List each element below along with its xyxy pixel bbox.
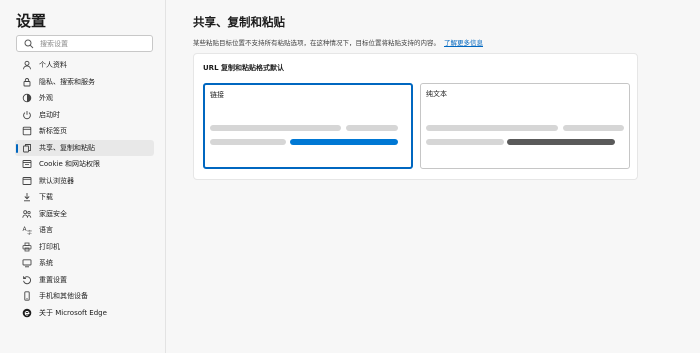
- page-description: 某些粘贴目标位置不支持所有粘贴选项，在这种情况下，目标位置将粘贴支持的内容。 了解…: [193, 37, 483, 47]
- power-icon: [22, 110, 32, 120]
- phone-icon: [22, 291, 32, 301]
- sidebar-item-appearance[interactable]: 外观: [15, 90, 154, 107]
- sidebar-item-label: 家庭安全: [39, 209, 67, 218]
- description-text: 某些粘贴目标位置不支持所有粘贴选项，在这种情况下，目标位置将粘贴支持的内容。: [193, 39, 440, 47]
- sidebar-title: 设置: [16, 12, 47, 30]
- family-icon: [22, 209, 32, 219]
- main-content: 共享、复制和粘贴 某些粘贴目标位置不支持所有粘贴选项，在这种情况下，目标位置将粘…: [166, 0, 700, 353]
- sidebar-item-label: 打印机: [39, 242, 60, 251]
- sidebar-item-label: 新标签页: [39, 127, 67, 136]
- placeholder-bar: [426, 139, 504, 145]
- sidebar-item-label: 外观: [39, 94, 53, 103]
- sidebar-item-downloads[interactable]: 下载: [15, 189, 154, 206]
- sidebar-item-label: 隐私、搜索和服务: [39, 77, 95, 86]
- placeholder-bar: [426, 125, 558, 131]
- system-icon: [22, 258, 32, 268]
- lock-icon: [22, 77, 32, 87]
- sidebar-item-label: 系统: [39, 259, 53, 268]
- placeholder-bar: [210, 125, 341, 131]
- sidebar-item-about[interactable]: 关于 Microsoft Edge: [15, 305, 154, 322]
- browser-icon: [22, 176, 32, 186]
- sidebar-item-label: 手机和其他设备: [39, 292, 88, 301]
- placeholder-bar: [563, 125, 624, 131]
- svg-text:字: 字: [27, 230, 32, 236]
- url-format-card: URL 复制和粘贴格式默认 链接 纯文本: [193, 53, 638, 180]
- sidebar-item-label: 下载: [39, 193, 53, 202]
- share-icon: [22, 143, 32, 153]
- option-plain-text[interactable]: 纯文本: [420, 83, 630, 169]
- sidebar-item-system[interactable]: 系统: [15, 255, 154, 272]
- sidebar-item-new-tab[interactable]: 新标签页: [15, 123, 154, 140]
- sidebar-item-label: 启动时: [39, 110, 60, 119]
- page-title: 共享、复制和粘贴: [193, 15, 285, 29]
- sidebar-item-label: 语言: [39, 226, 53, 235]
- placeholder-bar: [346, 125, 398, 131]
- printer-icon: [22, 242, 32, 252]
- sidebar-item-label: 关于 Microsoft Edge: [39, 308, 107, 317]
- sidebar-item-languages[interactable]: A字 语言: [15, 222, 154, 239]
- option-plain-text-label: 纯文本: [426, 90, 447, 98]
- sidebar-item-phone-devices[interactable]: 手机和其他设备: [15, 288, 154, 305]
- sidebar-item-share-copy-paste[interactable]: 共享、复制和粘贴: [15, 139, 154, 156]
- sidebar-item-profile[interactable]: 个人资料: [15, 57, 154, 74]
- sidebar-item-startup[interactable]: 启动时: [15, 107, 154, 124]
- link-highlight-bar: [290, 139, 398, 145]
- learn-more-link[interactable]: 了解更多信息: [444, 39, 483, 47]
- reset-icon: [22, 275, 32, 285]
- site-permissions-icon: [22, 159, 32, 169]
- sidebar-nav: 个人资料 隐私、搜索和服务 外观 启动时 新标签页 共享、复制和粘贴 Cooki…: [15, 57, 154, 321]
- sidebar-item-privacy[interactable]: 隐私、搜索和服务: [15, 74, 154, 91]
- download-icon: [22, 192, 32, 202]
- edge-logo-icon: [22, 308, 32, 318]
- sidebar-item-printers[interactable]: 打印机: [15, 239, 154, 256]
- sidebar-item-label: 默认浏览器: [39, 176, 74, 185]
- option-link[interactable]: 链接: [203, 83, 413, 169]
- card-title: URL 复制和粘贴格式默认: [203, 64, 284, 72]
- search-icon: [24, 39, 34, 49]
- sidebar-item-cookies[interactable]: Cookie 和网站权限: [15, 156, 154, 173]
- plain-text-bar: [507, 139, 615, 145]
- sidebar-item-default-browser[interactable]: 默认浏览器: [15, 173, 154, 190]
- person-icon: [22, 60, 32, 70]
- sidebar-item-reset[interactable]: 重置设置: [15, 272, 154, 289]
- sidebar-item-label: 重置设置: [39, 275, 67, 284]
- sidebar-item-label: 个人资料: [39, 61, 67, 70]
- sidebar-item-label: Cookie 和网站权限: [39, 160, 100, 169]
- sidebar: 设置 个人资料 隐私、搜索和服务 外观 启动时 新标签页 共享、复制和: [0, 0, 166, 353]
- new-tab-icon: [22, 126, 32, 136]
- sidebar-item-family-safety[interactable]: 家庭安全: [15, 206, 154, 223]
- option-link-label: 链接: [210, 91, 224, 99]
- sidebar-item-label: 共享、复制和粘贴: [39, 143, 95, 152]
- search-input[interactable]: [40, 39, 140, 48]
- appearance-icon: [22, 93, 32, 103]
- language-icon: A字: [22, 225, 33, 236]
- search-box[interactable]: [16, 35, 153, 52]
- placeholder-bar: [210, 139, 286, 145]
